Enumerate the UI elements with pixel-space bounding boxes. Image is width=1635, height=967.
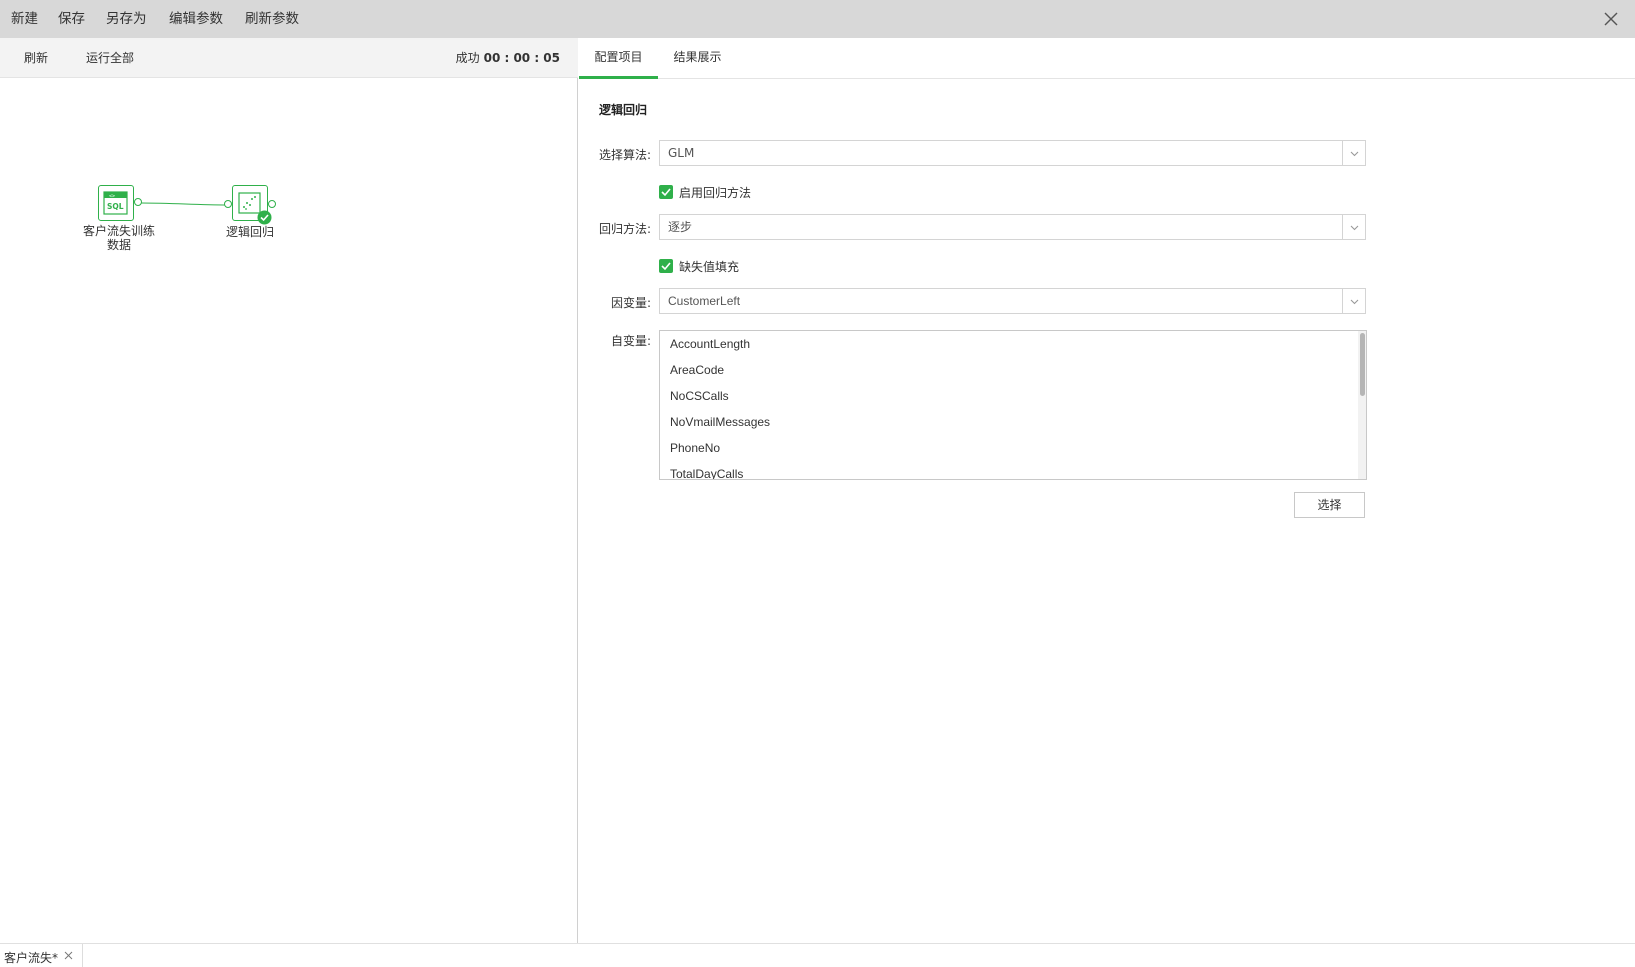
- workflow-toolbar: 刷新 运行全部 成功 00 : 00 : 05: [0, 38, 578, 78]
- dependent-label: 因变量:: [610, 296, 651, 310]
- menu-refresh-params[interactable]: 刷新参数: [245, 0, 299, 38]
- menu-save-as[interactable]: 另存为: [106, 0, 147, 38]
- output-port[interactable]: [134, 198, 142, 206]
- independent-label: 自变量:: [610, 334, 651, 348]
- run-all-button[interactable]: 运行全部: [86, 38, 134, 78]
- list-item[interactable]: TotalDayCalls: [670, 467, 743, 479]
- top-menubar: 新建 保存 另存为 编辑参数 刷新参数: [0, 0, 1635, 38]
- list-item[interactable]: AreaCode: [670, 363, 724, 377]
- input-port[interactable]: [224, 200, 232, 208]
- node-label-logistic-regression: 逻辑回归: [225, 225, 274, 239]
- config-tabs: 配置项目 结果展示: [579, 38, 1635, 79]
- document-tab[interactable]: 客户流失*: [0, 944, 83, 967]
- scrollbar-thumb[interactable]: [1360, 333, 1365, 396]
- close-icon[interactable]: [1601, 9, 1621, 29]
- menu-edit-params[interactable]: 编辑参数: [169, 0, 223, 38]
- run-status-time: 00 : 00 : 05: [483, 51, 560, 65]
- chevron-down-icon[interactable]: [1342, 289, 1365, 313]
- dependent-value: CustomerLeft: [668, 294, 741, 308]
- menu-save[interactable]: 保存: [58, 0, 85, 38]
- menu-new[interactable]: 新建: [11, 0, 38, 38]
- run-status-label: 成功: [455, 51, 480, 65]
- workflow-panel: 刷新 运行全部 成功00 : 00 : 05 <> SQL 客户流失训练 数据: [0, 38, 578, 943]
- regression-method-value: 逐步: [668, 220, 693, 234]
- node-label-data-source: 客户流失训练 数据: [78, 224, 160, 252]
- list-item[interactable]: AccountLength: [670, 337, 750, 351]
- dependent-select[interactable]: CustomerLeft: [659, 288, 1366, 314]
- close-icon[interactable]: [64, 951, 73, 960]
- tab-config[interactable]: 配置项目: [579, 38, 658, 79]
- select-button[interactable]: 选择: [1294, 492, 1365, 518]
- regression-method-select[interactable]: 逐步: [659, 214, 1366, 240]
- algorithm-select[interactable]: GLM: [659, 140, 1366, 166]
- svg-text:<>: <>: [109, 193, 115, 199]
- document-tabbar: 客户流失*: [0, 943, 1635, 967]
- enable-regression-label[interactable]: 启用回归方法: [679, 184, 751, 201]
- config-panel: 配置项目 结果展示 逻辑回归 选择算法: GLM 启用回归方法 回归方法: 逐步…: [579, 38, 1635, 943]
- list-item[interactable]: NoCSCalls: [670, 389, 729, 403]
- checkmark-icon: [661, 188, 671, 197]
- list-item[interactable]: NoVmailMessages: [670, 415, 770, 429]
- node-label-line: 客户流失训练: [82, 224, 155, 238]
- algorithm-label: 选择算法:: [598, 148, 651, 162]
- chevron-down-icon[interactable]: [1342, 141, 1365, 165]
- refresh-button[interactable]: 刷新: [24, 38, 48, 78]
- svg-text:SQL: SQL: [107, 202, 124, 211]
- section-title: 逻辑回归: [599, 103, 648, 117]
- output-port[interactable]: [268, 200, 276, 208]
- workflow-node-data-source[interactable]: <> SQL: [98, 185, 134, 221]
- algorithm-value: GLM: [668, 146, 695, 160]
- missing-fill-label[interactable]: 缺失值填充: [679, 258, 739, 275]
- checkmark-icon: [661, 262, 671, 271]
- run-status: 成功 00 : 00 : 05: [456, 38, 560, 78]
- list-item[interactable]: PhoneNo: [670, 441, 720, 455]
- workflow-canvas[interactable]: <> SQL 客户流失训练 数据 逻辑回归: [0, 79, 578, 943]
- node-label-line: 数据: [106, 238, 131, 252]
- regression-method-label: 回归方法:: [598, 222, 651, 236]
- sql-icon: <> SQL: [103, 191, 128, 215]
- independent-listbox[interactable]: AccountLength AreaCode NoCSCalls NoVmail…: [659, 330, 1367, 480]
- check-circle-icon: [257, 210, 272, 225]
- tab-results[interactable]: 结果展示: [658, 38, 737, 79]
- chevron-down-icon[interactable]: [1342, 215, 1365, 239]
- document-tab-name[interactable]: 客户流失*: [4, 949, 58, 966]
- enable-regression-checkbox[interactable]: [659, 185, 673, 199]
- missing-fill-checkbox[interactable]: [659, 259, 673, 273]
